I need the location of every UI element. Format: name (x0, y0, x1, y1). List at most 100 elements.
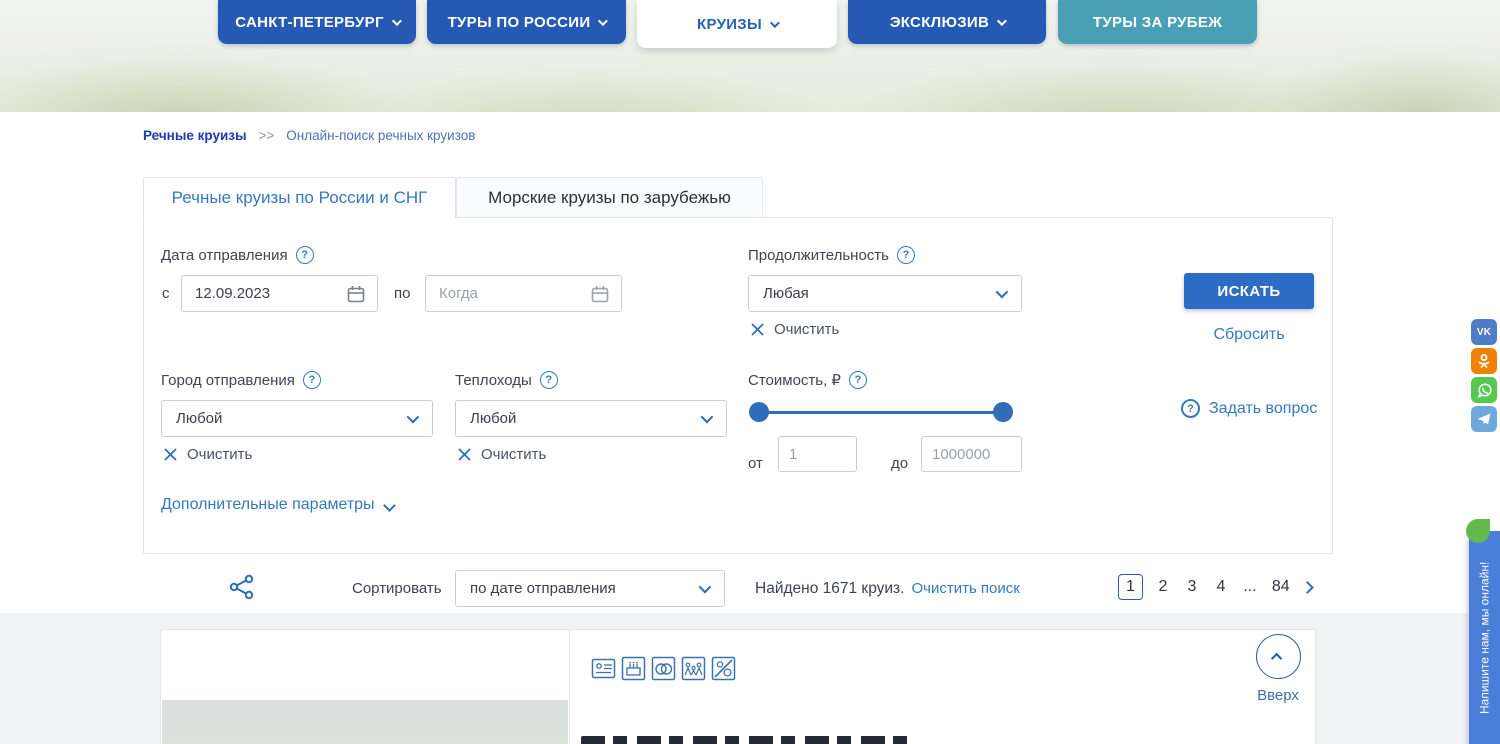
chevron-down-icon (392, 16, 402, 26)
scroll-up-widget: Вверх (1248, 634, 1308, 704)
search-button[interactable]: ИСКАТЬ (1184, 273, 1314, 309)
page-button-84[interactable]: 84 (1270, 575, 1292, 599)
search-filter-panel: Дата отправления ? с по Продолжительност… (143, 217, 1333, 554)
nav-label: САНКТ-ПЕТЕРБУРГ (235, 14, 384, 31)
chevron-down-icon (996, 286, 1009, 299)
price-label-row: Стоимость, ₽ ? (748, 371, 867, 389)
ask-question-link[interactable]: ? Задать вопрос (1181, 399, 1317, 418)
scroll-up-label[interactable]: Вверх (1248, 687, 1308, 704)
ships-value: Любой (470, 410, 516, 427)
date-from-prefix: с (162, 285, 170, 302)
chevron-down-icon (770, 18, 780, 28)
page-button-1[interactable]: 1 (1118, 574, 1143, 600)
clear-label: Очистить (774, 321, 839, 338)
help-glyph: ? (855, 374, 862, 386)
date-to-input[interactable] (425, 275, 622, 312)
tab-sea-cruises[interactable]: Морские круизы по зарубежью (456, 177, 763, 218)
nav-button-spb[interactable]: САНКТ-ПЕТЕРБУРГ (218, 0, 416, 44)
whatsapp-icon[interactable] (1471, 377, 1497, 403)
city-select[interactable]: Любой (161, 400, 433, 437)
price-from-input[interactable] (778, 436, 857, 472)
nav-button-exclusive[interactable]: ЭКСКЛЮЗИВ (848, 0, 1046, 44)
cruise-result-card[interactable] (160, 629, 1316, 744)
nav-label: ЭКСКЛЮЗИВ (890, 14, 989, 31)
help-icon[interactable]: ? (296, 246, 314, 264)
tree-blob (330, 70, 850, 112)
ships-select[interactable]: Любой (455, 400, 727, 437)
page-button-2[interactable]: 2 (1154, 575, 1172, 599)
ships-label-row: Теплоходы ? (455, 371, 558, 389)
help-glyph: ? (301, 249, 308, 261)
page-button-3[interactable]: 3 (1183, 575, 1201, 599)
sort-select[interactable]: по дате отправления (455, 570, 725, 607)
slider-track[interactable] (759, 411, 1003, 414)
clear-x-icon (751, 323, 764, 336)
id-card-icon[interactable] (591, 656, 616, 681)
departure-date-label: Дата отправления (161, 247, 288, 264)
extra-params-toggle[interactable]: Дополнительные параметры (161, 496, 394, 514)
nav-label: ТУРЫ ЗА РУБЕЖ (1093, 14, 1222, 31)
clear-search-link[interactable]: Очистить поиск (911, 580, 1019, 598)
vk-icon[interactable]: VK (1471, 319, 1497, 345)
nav-button-tours-russia[interactable]: ТУРЫ ПО РОССИИ (427, 0, 626, 44)
scroll-up-button[interactable] (1256, 634, 1301, 679)
chevron-down-icon (407, 411, 420, 424)
extra-params-label: Дополнительные параметры (161, 496, 375, 514)
share-icon[interactable] (229, 574, 255, 600)
help-icon[interactable]: ? (303, 371, 321, 389)
chat-banner[interactable]: Напишите нам, мы онлайн! (1469, 531, 1500, 744)
chevron-down-icon (598, 16, 608, 26)
breadcrumb-current: Онлайн-поиск речных круизов (286, 128, 475, 143)
chevron-right-icon (1301, 581, 1314, 594)
odnoklassniki-icon[interactable] (1471, 348, 1497, 374)
ships-clear-button[interactable]: Очистить (458, 446, 546, 463)
duration-select[interactable]: Любая (748, 275, 1022, 312)
sort-value: по дате отправления (470, 580, 616, 597)
telegram-icon[interactable] (1471, 406, 1497, 432)
help-icon[interactable]: ? (849, 371, 867, 389)
cruise-feature-icons (591, 656, 736, 681)
city-label: Город отправления (161, 372, 295, 389)
cruise-photo[interactable] (162, 700, 568, 744)
date-from-input[interactable] (181, 275, 378, 312)
chevron-down-icon (701, 411, 714, 424)
pagination: 1 2 3 4 ... 84 (1118, 574, 1312, 600)
family-icon[interactable] (681, 656, 706, 681)
ships-label: Теплоходы (455, 372, 532, 389)
help-icon[interactable]: ? (897, 246, 915, 264)
duration-value: Любая (763, 285, 809, 302)
next-page-button[interactable] (1303, 583, 1312, 592)
slider-handle-min[interactable] (749, 402, 769, 422)
price-label: Стоимость, ₽ (748, 371, 841, 389)
city-clear-button[interactable]: Очистить (164, 446, 252, 463)
price-to-input[interactable] (921, 436, 1022, 472)
reset-link[interactable]: Сбросить (1184, 326, 1314, 344)
cruise-search-page: САНКТ-ПЕТЕРБУРГ ТУРЫ ПО РОССИИ КРУИЗЫ ЭК… (0, 0, 1500, 744)
tab-label: Морские круизы по зарубежью (488, 188, 731, 208)
vk-glyph: VK (1477, 327, 1491, 338)
nav-button-tours-abroad[interactable]: ТУРЫ ЗА РУБЕЖ (1058, 0, 1257, 44)
ask-question-label: Задать вопрос (1209, 400, 1317, 418)
wedding-rings-icon[interactable] (651, 656, 676, 681)
city-label-row: Город отправления ? (161, 371, 321, 389)
help-glyph: ? (1187, 403, 1194, 415)
page-button-4[interactable]: 4 (1212, 575, 1230, 599)
help-icon[interactable]: ? (540, 371, 558, 389)
no-children-icon[interactable] (711, 656, 736, 681)
nav-button-cruises-active[interactable]: КРУИЗЫ (637, 0, 837, 48)
slider-handle-max[interactable] (993, 402, 1013, 422)
cruise-title-clipped (581, 736, 911, 744)
duration-label: Продолжительность (748, 247, 889, 264)
cruise-photo-column (161, 630, 570, 744)
birthday-cake-icon[interactable] (621, 656, 646, 681)
question-circle-icon: ? (1181, 399, 1200, 418)
chevron-up-icon (1271, 652, 1282, 663)
duration-clear-button[interactable]: Очистить (751, 321, 839, 338)
sort-label: Сортировать (352, 580, 442, 597)
clear-label: Очистить (187, 446, 252, 463)
page-ellipsis: ... (1241, 575, 1259, 599)
breadcrumb-root-link[interactable]: Речные круизы (143, 128, 247, 143)
city-value: Любой (176, 410, 222, 427)
help-glyph: ? (545, 374, 552, 386)
tab-river-cruises[interactable]: Речные круизы по России и СНГ (143, 177, 456, 218)
